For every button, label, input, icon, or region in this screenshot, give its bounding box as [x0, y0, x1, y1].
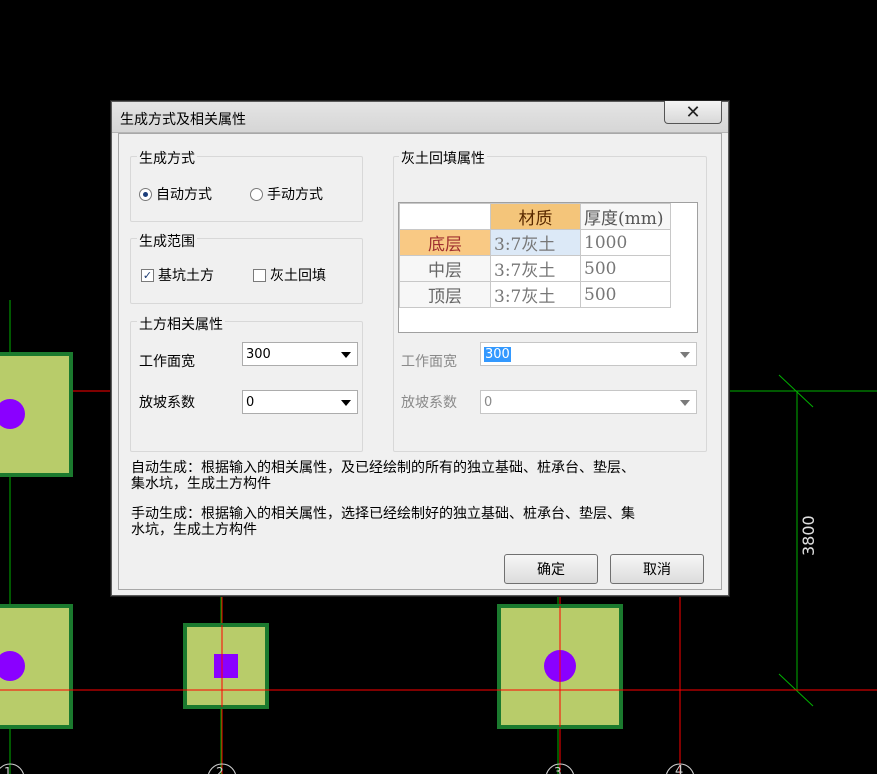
radio-indicator — [250, 187, 263, 201]
auto-note-line1: 自动生成：根据输入的相关属性，及已经绘制的所有的独立基础、桩承台、垫层、 — [131, 460, 635, 476]
dialog-title: 生成方式及相关属性 — [120, 112, 246, 128]
axis-label: 1 — [4, 765, 12, 774]
table-corner — [399, 203, 491, 230]
radio-indicator — [139, 187, 152, 201]
thickness-cell[interactable]: 1000 — [580, 229, 671, 256]
material-cell[interactable]: 3:7灰土 — [490, 229, 581, 256]
slope-value: 0 — [246, 395, 255, 410]
work-width-value: 300 — [246, 347, 271, 362]
earth-props-group — [130, 321, 363, 452]
checkbox-indicator — [253, 268, 266, 282]
dialog-body: 生成方式 自动方式 手动方式 生成范围 ✓ 基坑土方 灰土回填 土方相关属性 工… — [118, 133, 722, 590]
lime-slope-value: 0 — [484, 395, 493, 410]
thickness-cell[interactable]: 500 — [580, 255, 671, 282]
column-header-material[interactable]: 材质 — [490, 203, 581, 230]
slope-label: 放坡系数 — [139, 395, 195, 411]
table-row[interactable]: 顶层 3:7灰土 500 — [399, 281, 671, 308]
axis-label: 4 — [675, 764, 683, 774]
row-header[interactable]: 顶层 — [399, 281, 491, 308]
backfill-label: 灰土回填 — [270, 268, 326, 284]
lime-work-width-select[interactable]: 300 — [480, 342, 697, 366]
gen-mode-label: 生成方式 — [137, 148, 197, 168]
auto-mode-radio[interactable]: 自动方式 — [139, 184, 212, 204]
auto-mode-label: 自动方式 — [156, 187, 212, 203]
backfill-checkbox[interactable]: 灰土回填 — [253, 265, 326, 285]
material-cell[interactable]: 3:7灰土 — [490, 255, 581, 282]
chevron-down-icon — [680, 352, 690, 358]
generation-dialog: 生成方式及相关属性 ✕ 生成方式 自动方式 手动方式 生成范围 ✓ 基坑土方 灰… — [111, 101, 729, 596]
manual-mode-radio[interactable]: 手动方式 — [250, 184, 323, 204]
table-row[interactable]: 中层 3:7灰土 500 — [399, 255, 671, 282]
manual-mode-label: 手动方式 — [267, 187, 323, 203]
work-width-label: 工作面宽 — [139, 354, 195, 370]
auto-generation-note: 自动生成：根据输入的相关属性，及已经绘制的所有的独立基础、桩承台、垫层、 集水坑… — [131, 460, 635, 492]
axis-label: 2 — [216, 765, 224, 774]
lime-slope-label: 放坡系数 — [401, 395, 457, 411]
pit-label: 基坑土方 — [158, 268, 214, 284]
lime-backfill-table[interactable]: 材质 厚度(mm) 底层 3:7灰土 1000 中层 3:7灰土 500 顶层 … — [398, 202, 698, 333]
slope-select[interactable]: 0 — [242, 390, 358, 414]
lime-backfill-label: 灰土回填属性 — [399, 148, 487, 168]
pit-checkbox[interactable]: ✓ 基坑土方 — [141, 265, 214, 285]
row-header[interactable]: 底层 — [399, 229, 491, 256]
close-button[interactable]: ✕ — [664, 101, 722, 124]
chevron-down-icon — [341, 352, 351, 358]
dialog-titlebar[interactable]: 生成方式及相关属性 ✕ — [112, 101, 728, 133]
axis-label: 3 — [554, 765, 562, 774]
column-header-thickness[interactable]: 厚度(mm) — [580, 203, 671, 230]
row-header[interactable]: 中层 — [399, 255, 491, 282]
lime-work-width-label: 工作面宽 — [401, 354, 457, 370]
dimension-text: 3800 — [799, 515, 818, 556]
gen-range-label: 生成范围 — [137, 231, 197, 251]
table-header-row: 材质 厚度(mm) — [399, 203, 671, 230]
lime-work-width-value: 300 — [484, 347, 511, 362]
lime-slope-select[interactable]: 0 — [480, 390, 697, 414]
check-icon: ✓ — [141, 268, 154, 282]
auto-note-line2: 集水坑，生成土方构件 — [131, 476, 271, 492]
material-cell[interactable]: 3:7灰土 — [490, 281, 581, 308]
earth-props-label: 土方相关属性 — [137, 314, 225, 334]
manual-note-line1: 手动生成：根据输入的相关属性，选择已经绘制好的独立基础、桩承台、垫层、集 — [131, 506, 635, 522]
table-row[interactable]: 底层 3:7灰土 1000 — [399, 229, 671, 256]
column[interactable] — [214, 654, 238, 678]
manual-note-line2: 水坑，生成土方构件 — [131, 522, 257, 538]
ok-button[interactable]: 确定 — [504, 554, 598, 584]
cancel-button[interactable]: 取消 — [610, 554, 704, 584]
work-width-select[interactable]: 300 — [242, 342, 358, 366]
chevron-down-icon — [341, 400, 351, 406]
thickness-cell[interactable]: 500 — [580, 281, 671, 308]
close-icon: ✕ — [685, 101, 701, 123]
chevron-down-icon — [680, 400, 690, 406]
manual-generation-note: 手动生成：根据输入的相关属性，选择已经绘制好的独立基础、桩承台、垫层、集 水坑，… — [131, 506, 635, 538]
